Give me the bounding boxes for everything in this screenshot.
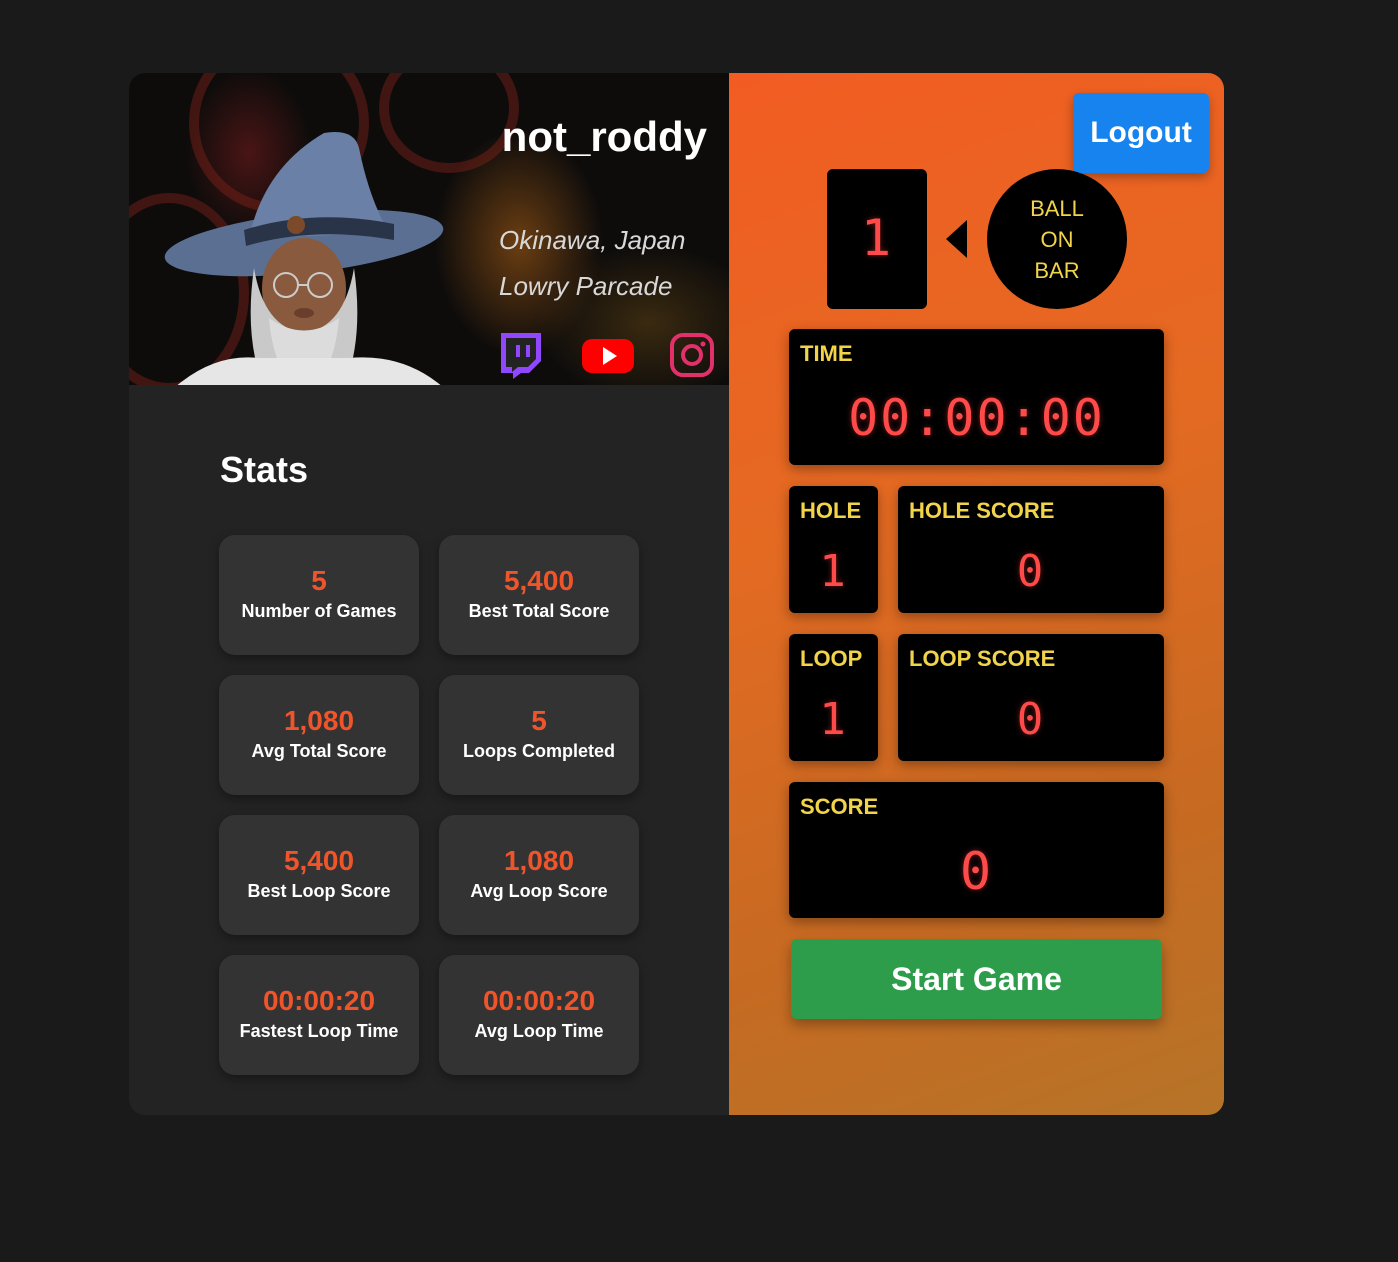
ball-on-bar-line-1: BALL (1030, 195, 1084, 221)
loop-value: 1 (819, 694, 848, 745)
stat-label: Best Loop Score (247, 881, 391, 901)
stat-label: Best Total Score (468, 601, 610, 621)
logout-button[interactable]: Logout (1073, 93, 1209, 173)
stat-tile-avg-loop-time: 00:00:20 Avg Loop Time (439, 955, 639, 1075)
hole-label: HOLE (800, 498, 862, 523)
profile-panel: not_roddy Okinawa, Japan Lowry Parcade S… (129, 73, 729, 1115)
stat-value: 5 (531, 705, 547, 736)
profile-banner: not_roddy Okinawa, Japan Lowry Parcade (129, 73, 729, 385)
score-panel: SCORE 0 (789, 782, 1164, 918)
stat-tile-avg-loop-score: 1,080 Avg Loop Score (439, 815, 639, 935)
start-game-button[interactable]: Start Game (791, 939, 1162, 1019)
instagram-icon[interactable] (669, 331, 715, 379)
stat-tile-fastest-loop-time: 00:00:20 Fastest Loop Time (219, 955, 419, 1075)
stat-tile-number-of-games: 5 Number of Games (219, 535, 419, 655)
loop-score-panel: LOOP SCORE 0 (898, 634, 1164, 761)
hole-value: 1 (819, 546, 848, 597)
ball-number-display: 1 (827, 169, 927, 309)
arrow-left-icon (946, 220, 967, 258)
stat-tile-best-loop-score: 5,400 Best Loop Score (219, 815, 419, 935)
stat-tile-avg-total-score: 1,080 Avg Total Score (219, 675, 419, 795)
ball-on-bar-line-3: BAR (1034, 257, 1080, 283)
ball-on-bar-indicator: BALL ON BAR (987, 169, 1127, 309)
loop-label: LOOP (800, 646, 863, 671)
stat-label: Fastest Loop Time (239, 1021, 399, 1041)
stats-heading: Stats (220, 449, 309, 490)
stat-tile-best-total-score: 5,400 Best Total Score (439, 535, 639, 655)
ball-number: 1 (860, 209, 894, 267)
stat-value: 5,400 (503, 565, 575, 596)
loop-score-label: LOOP SCORE (909, 646, 1056, 671)
stat-value: 1,080 (283, 705, 355, 736)
time-label: TIME (800, 341, 853, 366)
hole-score-label: HOLE SCORE (909, 498, 1055, 523)
score-value: 0 (959, 842, 994, 902)
stat-label: Avg Loop Time (474, 1021, 604, 1041)
hole-panel: HOLE 1 (789, 486, 878, 613)
twitch-icon[interactable] (497, 331, 543, 379)
stat-value: 00:00:20 (482, 985, 596, 1016)
time-panel: TIME 00:00:00 (789, 329, 1164, 465)
stat-value: 1,080 (503, 845, 575, 876)
stat-value: 5,400 (283, 845, 355, 876)
scoreboard-panel: Logout 1 BALL ON BAR TIME 00:00:00 HOLE … (729, 73, 1224, 1115)
loop-score-value: 0 (1016, 694, 1046, 745)
hole-score-panel: HOLE SCORE 0 (898, 486, 1164, 613)
score-label: SCORE (800, 794, 879, 819)
stat-tile-loops-completed: 5 Loops Completed (439, 675, 639, 795)
game-card: not_roddy Okinawa, Japan Lowry Parcade S… (129, 73, 1224, 1115)
stat-label: Avg Loop Score (470, 881, 608, 901)
stat-value: 5 (311, 565, 327, 596)
youtube-icon[interactable] (581, 331, 635, 379)
stat-label: Loops Completed (463, 741, 615, 761)
wizard-avatar (164, 132, 444, 385)
loop-panel: LOOP 1 (789, 634, 878, 761)
home-arcade: Lowry Parcade (499, 271, 673, 301)
hole-score-value: 0 (1016, 546, 1046, 597)
stat-value: 00:00:20 (262, 985, 376, 1016)
stat-label: Avg Total Score (251, 741, 387, 761)
ball-on-bar-line-2: ON (1040, 226, 1074, 252)
stat-label: Number of Games (241, 601, 397, 621)
location: Okinawa, Japan (499, 225, 686, 255)
time-value: 00:00:00 (848, 389, 1105, 447)
username: not_roddy (501, 113, 707, 160)
